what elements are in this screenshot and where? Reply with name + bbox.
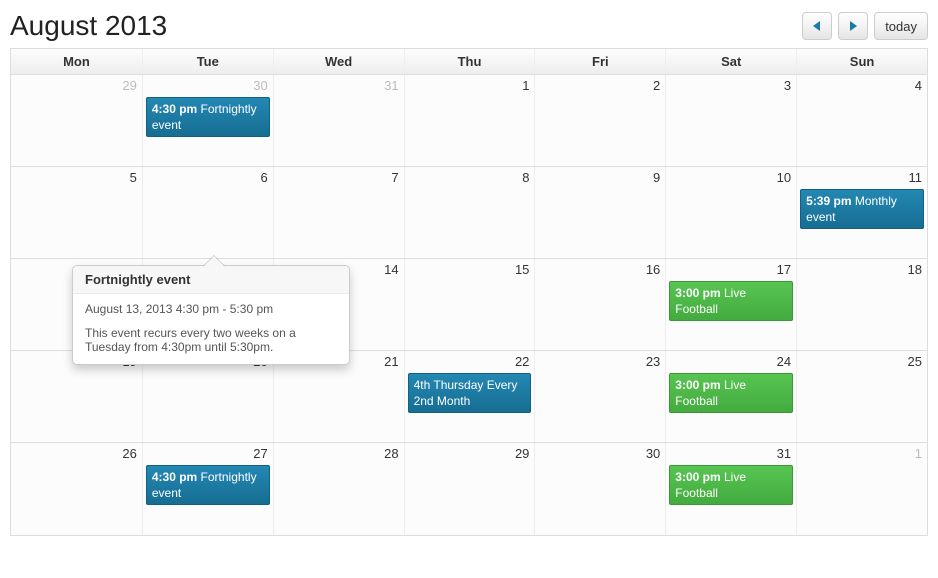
weekday-header: Wed xyxy=(273,49,404,74)
day-number: 25 xyxy=(800,354,924,371)
day-cell[interactable]: 1 xyxy=(796,443,927,535)
day-number: 29 xyxy=(408,446,532,463)
weekday-header: Mon xyxy=(11,49,142,74)
day-number: 1 xyxy=(800,446,924,463)
next-button[interactable] xyxy=(838,12,868,40)
day-cell[interactable]: 10 xyxy=(665,167,796,258)
day-number: 31 xyxy=(669,446,793,463)
calendar-event[interactable]: 5:39 pm Monthly event xyxy=(800,189,924,229)
day-number: 31 xyxy=(277,78,401,95)
day-cell[interactable]: 16 xyxy=(534,259,665,350)
calendar-event[interactable]: 4th Thursday Every 2nd Month xyxy=(408,373,532,413)
day-number: 23 xyxy=(538,354,662,371)
day-number: 22 xyxy=(408,354,532,371)
day-cell[interactable]: 25 xyxy=(796,351,927,442)
day-number: 17 xyxy=(669,262,793,279)
weekday-header-row: MonTueWedThuFriSatSun xyxy=(11,49,927,75)
week-row: 26 27 4:30 pm Fortnightly event 28 29 30 31 3:0… xyxy=(11,443,927,535)
day-number: 15 xyxy=(408,262,532,279)
triangle-right-icon xyxy=(849,21,857,31)
day-cell[interactable]: 15 xyxy=(404,259,535,350)
day-cell[interactable]: 4 xyxy=(796,75,927,166)
day-cell[interactable]: 22 4th Thursday Every 2nd Month xyxy=(404,351,535,442)
today-button[interactable]: today xyxy=(874,12,928,40)
day-cell[interactable]: 31 xyxy=(273,75,404,166)
week-row: 56789 10 11 5:39 pm Monthly event xyxy=(11,167,927,259)
day-cell[interactable]: 28 xyxy=(273,443,404,535)
popover-body: August 13, 2013 4:30 pm - 5:30 pm This e… xyxy=(73,294,349,364)
day-number: 10 xyxy=(669,170,793,187)
day-cell[interactable]: 26 xyxy=(11,443,142,535)
day-cell[interactable]: 2 xyxy=(534,75,665,166)
day-cell[interactable]: 9 xyxy=(534,167,665,258)
day-cell[interactable]: 30 4:30 pm Fortnightly event xyxy=(142,75,273,166)
day-number: 18 xyxy=(800,262,924,279)
day-number: 3 xyxy=(669,78,793,95)
event-time: 3:00 pm xyxy=(675,286,720,300)
day-cell[interactable]: 3 xyxy=(665,75,796,166)
event-time: 3:00 pm xyxy=(675,470,720,484)
day-cell[interactable]: 8 xyxy=(404,167,535,258)
day-number: 1 xyxy=(408,78,532,95)
calendar-event[interactable]: 3:00 pm Live Football xyxy=(669,373,793,413)
day-number: 2 xyxy=(538,78,662,95)
day-cell[interactable]: 18 xyxy=(796,259,927,350)
prev-button[interactable] xyxy=(802,12,832,40)
triangle-left-icon xyxy=(813,21,821,31)
day-number: 24 xyxy=(669,354,793,371)
weekday-header: Fri xyxy=(534,49,665,74)
day-number: 30 xyxy=(538,446,662,463)
day-number: 7 xyxy=(277,170,401,187)
popover-description: This event recurs every two weeks on a T… xyxy=(85,326,337,354)
day-cell[interactable]: 1 xyxy=(404,75,535,166)
day-number: 8 xyxy=(408,170,532,187)
day-number: 26 xyxy=(14,446,139,463)
day-cell[interactable]: 31 3:00 pm Live Football xyxy=(665,443,796,535)
event-time: 3:00 pm xyxy=(675,378,720,392)
day-cell[interactable]: 29 xyxy=(11,75,142,166)
month-title: August 2013 xyxy=(10,10,167,42)
day-number: 11 xyxy=(800,170,924,187)
nav-buttons: today xyxy=(802,12,928,40)
calendar-event[interactable]: 3:00 pm Live Football xyxy=(669,465,793,505)
day-number: 27 xyxy=(146,446,270,463)
day-cell[interactable]: 30 xyxy=(534,443,665,535)
popover-title: Fortnightly event xyxy=(73,266,349,294)
event-popover[interactable]: Fortnightly event August 13, 2013 4:30 p… xyxy=(72,265,350,365)
popover-datetime: August 13, 2013 4:30 pm - 5:30 pm xyxy=(85,302,337,316)
week-row: 29 30 4:30 pm Fortnightly event 31 1234 xyxy=(11,75,927,167)
day-cell[interactable]: 23 xyxy=(534,351,665,442)
day-cell[interactable]: 17 3:00 pm Live Football xyxy=(665,259,796,350)
day-number: 16 xyxy=(538,262,662,279)
event-title: 4th Thursday Every 2nd Month xyxy=(414,378,518,408)
day-number: 28 xyxy=(277,446,401,463)
event-time: 4:30 pm xyxy=(152,102,197,116)
calendar-event[interactable]: 3:00 pm Live Football xyxy=(669,281,793,321)
calendar: August 2013 today MonTueWedThuFriSatSun … xyxy=(10,10,928,536)
day-number: 5 xyxy=(14,170,139,187)
day-number: 4 xyxy=(800,78,924,95)
day-number: 29 xyxy=(14,78,139,95)
day-cell[interactable]: 6 xyxy=(142,167,273,258)
day-number: 9 xyxy=(538,170,662,187)
weekday-header: Thu xyxy=(404,49,535,74)
day-cell[interactable]: 11 5:39 pm Monthly event xyxy=(796,167,927,258)
calendar-header: August 2013 today xyxy=(10,10,928,42)
day-cell[interactable]: 24 3:00 pm Live Football xyxy=(665,351,796,442)
event-time: 4:30 pm xyxy=(152,470,197,484)
day-cell[interactable]: 5 xyxy=(11,167,142,258)
calendar-event[interactable]: 4:30 pm Fortnightly event xyxy=(146,465,270,505)
day-cell[interactable]: 7 xyxy=(273,167,404,258)
weekday-header: Sun xyxy=(796,49,927,74)
weekday-header: Sat xyxy=(665,49,796,74)
day-number: 6 xyxy=(146,170,270,187)
calendar-event[interactable]: 4:30 pm Fortnightly event xyxy=(146,97,270,137)
day-cell[interactable]: 27 4:30 pm Fortnightly event xyxy=(142,443,273,535)
weekday-header: Tue xyxy=(142,49,273,74)
event-time: 5:39 pm xyxy=(806,194,851,208)
day-number: 30 xyxy=(146,78,270,95)
day-cell[interactable]: 29 xyxy=(404,443,535,535)
